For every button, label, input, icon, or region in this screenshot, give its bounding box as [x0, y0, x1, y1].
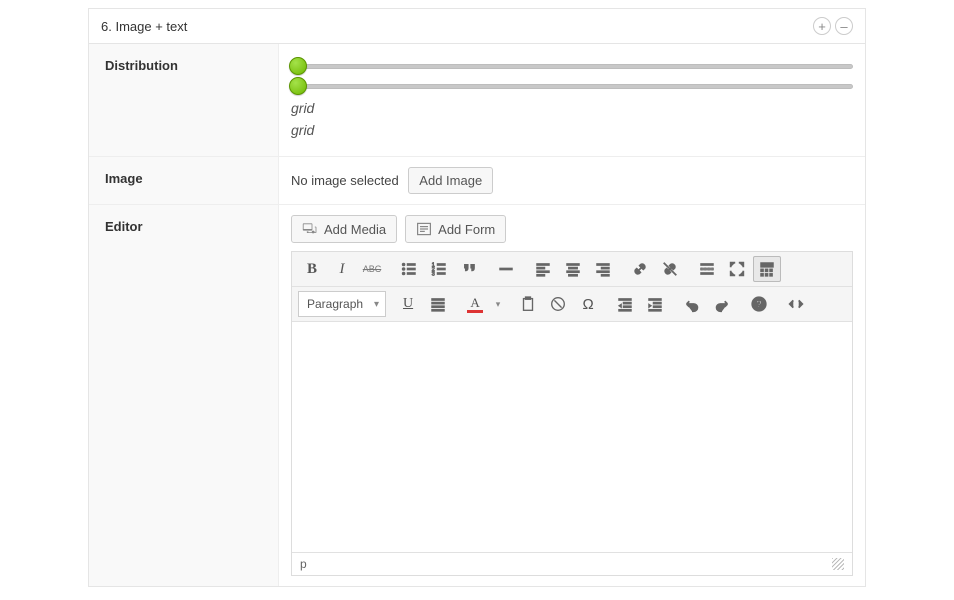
- slider-group: grid grid: [291, 54, 853, 146]
- bullet-list-button[interactable]: [395, 256, 423, 282]
- toolbar-toggle-button[interactable]: [753, 256, 781, 282]
- align-right-button[interactable]: [589, 256, 617, 282]
- format-select[interactable]: Paragraph: [298, 291, 386, 317]
- editor-body: Add Media Add Form B I ABC 123: [279, 205, 865, 586]
- remove-row-button[interactable]: –: [835, 17, 853, 35]
- distribution-body: grid grid: [279, 44, 865, 156]
- redo-button[interactable]: [708, 291, 736, 317]
- fullscreen-button[interactable]: [723, 256, 751, 282]
- indent-button[interactable]: [641, 291, 669, 317]
- panel-title: 6. Image + text: [101, 19, 187, 34]
- no-image-text: No image selected: [291, 173, 399, 188]
- add-form-label: Add Form: [438, 222, 495, 237]
- bold-button[interactable]: B: [298, 256, 326, 282]
- slider-handle[interactable]: [289, 57, 307, 75]
- editor-status-bar: p: [292, 552, 852, 575]
- svg-text:?: ?: [756, 300, 762, 311]
- link-button[interactable]: [626, 256, 654, 282]
- add-image-button[interactable]: Add Image: [408, 167, 493, 194]
- toolbar-row-1: B I ABC 123: [292, 252, 852, 287]
- slider-handle[interactable]: [289, 77, 307, 95]
- blockquote-button[interactable]: [455, 256, 483, 282]
- strikethrough-button[interactable]: ABC: [358, 256, 386, 282]
- add-row-button[interactable]: +: [813, 17, 831, 35]
- clear-formatting-button[interactable]: [544, 291, 572, 317]
- insert-more-button[interactable]: [693, 256, 721, 282]
- unlink-button[interactable]: [656, 256, 684, 282]
- svg-text:3: 3: [432, 271, 435, 277]
- editor-label: Editor: [89, 205, 279, 586]
- editor-content-area[interactable]: [292, 322, 852, 552]
- source-code-button[interactable]: [782, 291, 810, 317]
- media-icon: [302, 221, 318, 237]
- align-left-button[interactable]: [529, 256, 557, 282]
- text-color-dropdown[interactable]: ▾: [491, 291, 505, 317]
- image-label: Image: [89, 157, 279, 204]
- add-media-label: Add Media: [324, 222, 386, 237]
- image-body: No image selected Add Image: [279, 157, 865, 204]
- metabox-panel: 6. Image + text + – Distribution grid gr…: [88, 8, 866, 587]
- numbered-list-button[interactable]: 123: [425, 256, 453, 282]
- slider-2-value: grid: [291, 122, 853, 138]
- editor-path: p: [300, 557, 307, 571]
- slider-1[interactable]: [291, 58, 853, 74]
- panel-controls: + –: [813, 17, 853, 35]
- field-editor: Editor Add Media Add Form B I ABC: [89, 205, 865, 586]
- italic-button[interactable]: I: [328, 256, 356, 282]
- field-distribution: Distribution grid grid: [89, 44, 865, 157]
- slider-1-value: grid: [291, 100, 853, 116]
- panel-header: 6. Image + text + –: [89, 9, 865, 44]
- align-center-button[interactable]: [559, 256, 587, 282]
- distribution-label: Distribution: [89, 44, 279, 156]
- help-button[interactable]: ?: [745, 291, 773, 317]
- undo-button[interactable]: [678, 291, 706, 317]
- toolbar-row-2: Paragraph U A ▾ Ω: [292, 287, 852, 322]
- slider-2[interactable]: [291, 78, 853, 94]
- underline-button[interactable]: U: [394, 291, 422, 317]
- field-image: Image No image selected Add Image: [89, 157, 865, 205]
- align-justify-button[interactable]: [424, 291, 452, 317]
- add-form-button[interactable]: Add Form: [405, 215, 506, 243]
- outdent-button[interactable]: [611, 291, 639, 317]
- slider-track: [291, 64, 853, 69]
- paste-text-button[interactable]: [514, 291, 542, 317]
- form-icon: [416, 221, 432, 237]
- resize-handle[interactable]: [832, 558, 844, 570]
- editor-top-buttons: Add Media Add Form: [291, 215, 853, 243]
- format-select-value: Paragraph: [307, 297, 363, 311]
- special-char-button[interactable]: Ω: [574, 291, 602, 317]
- wysiwyg-editor: B I ABC 123: [291, 251, 853, 576]
- text-color-button[interactable]: A: [461, 291, 489, 317]
- add-media-button[interactable]: Add Media: [291, 215, 397, 243]
- slider-track: [291, 84, 853, 89]
- hr-button[interactable]: [492, 256, 520, 282]
